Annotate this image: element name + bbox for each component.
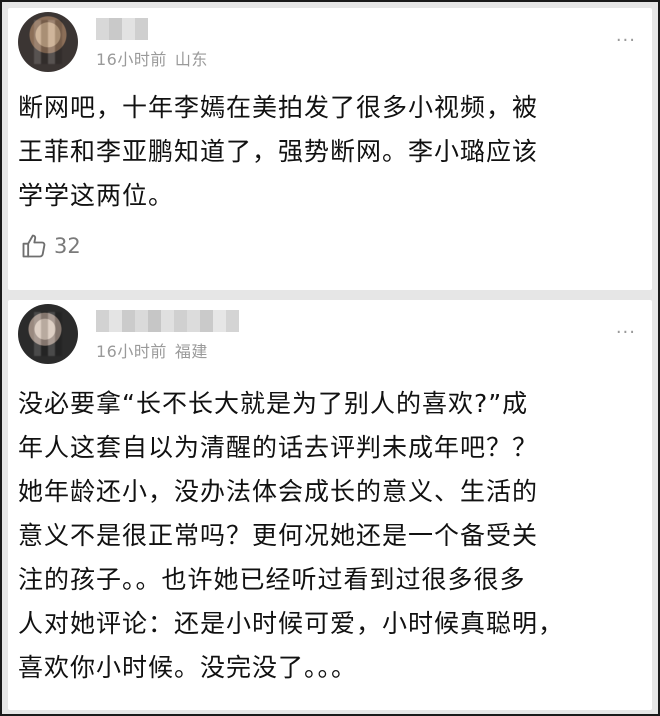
comment-meta: 16小时前 福建	[96, 338, 208, 362]
avatar-blur	[34, 312, 62, 356]
thumbs-up-icon	[22, 234, 46, 258]
like-count: 32	[54, 234, 81, 258]
comment-text: 断网吧，十年李嫣在美拍发了很多小视频，被 王菲和李亚鹏知道了，强势断网。李小璐应…	[18, 93, 539, 210]
avatar[interactable]	[18, 12, 78, 72]
username-blurred[interactable]	[96, 18, 148, 40]
comment-location: 山东	[174, 50, 208, 69]
more-dots-icon[interactable]: ···	[616, 32, 636, 50]
comment-time: 16小时前	[96, 50, 167, 69]
comment-time: 16小时前	[96, 342, 167, 361]
comment-card: 16小时前 福建 ··· 没必要拿“长不长大就是为了别人的喜欢?”成 年人这套自以…	[8, 300, 652, 710]
comment-card: 16小时前 山东 ··· 断网吧，十年李嫣在美拍发了很多小视频，被 王菲和李亚鹏知…	[8, 8, 652, 290]
avatar-blur	[34, 20, 62, 64]
comment-text: 没必要拿“长不长大就是为了别人的喜欢?”成 年人这套自以为清醒的话去评判未成年吧…	[18, 389, 565, 682]
like-button[interactable]: 32	[20, 232, 81, 260]
comment-meta: 16小时前 山东	[96, 46, 208, 70]
screenshot-frame: 16小时前 山东 ··· 断网吧，十年李嫣在美拍发了很多小视频，被 王菲和李亚鹏知…	[0, 0, 660, 716]
username-blurred[interactable]	[96, 310, 239, 332]
more-dots-icon[interactable]: ···	[616, 324, 636, 342]
avatar[interactable]	[18, 304, 78, 364]
comment-location: 福建	[174, 342, 208, 361]
